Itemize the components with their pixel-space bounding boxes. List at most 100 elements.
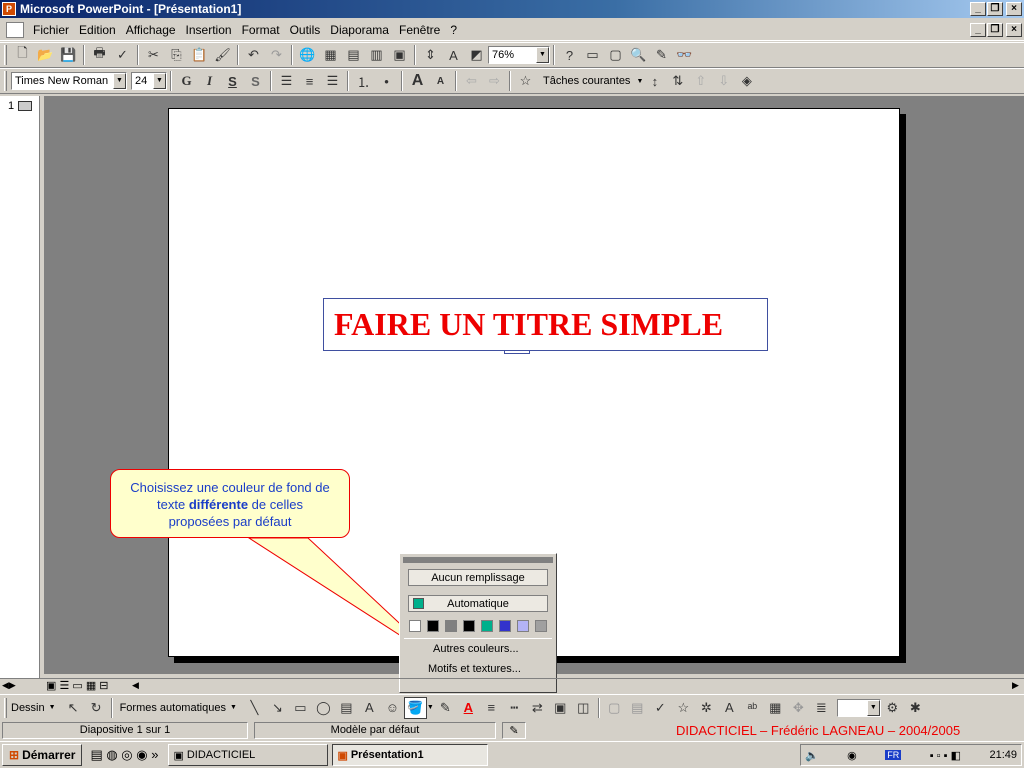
spell-icon[interactable]: ✓ — [649, 697, 672, 719]
view-icon[interactable]: ▢ — [604, 44, 627, 66]
chevron-down-icon[interactable]: ▼ — [427, 704, 434, 711]
fill-color-button[interactable]: 🪣 — [403, 696, 427, 719]
decrease-font-icon[interactable]: A — [429, 70, 452, 92]
expand-all-icon[interactable]: ⇕ — [419, 44, 442, 66]
fill-color-icon[interactable]: ◈ — [735, 70, 758, 92]
underline-button[interactable]: S — [221, 70, 244, 92]
3d-icon[interactable]: ◫ — [572, 697, 595, 719]
new-icon[interactable]: 🗋 — [11, 44, 34, 66]
new-slide-icon[interactable]: ▣ — [388, 44, 411, 66]
menu-format[interactable]: Format — [237, 23, 285, 37]
tables-borders-icon[interactable]: ▦ — [319, 44, 342, 66]
animation-icon[interactable]: ☆ — [514, 70, 537, 92]
size-select[interactable]: 24 ▼ — [131, 72, 167, 90]
empty-select[interactable]: ▼ — [836, 698, 881, 717]
more-colors-item[interactable]: Autres couleurs... — [400, 643, 556, 655]
clip-art-icon[interactable]: ✎ — [650, 44, 673, 66]
font-select[interactable]: Times New Roman ▼ — [11, 72, 127, 90]
tray-icons[interactable]: ▪ ▫ ▪ ◧ — [930, 749, 961, 762]
task-presentation[interactable]: ▣ Présentation1 — [332, 744, 489, 766]
chevron-down-icon[interactable]: ▼ — [230, 704, 237, 711]
outline-pane[interactable]: 1 — [0, 96, 40, 678]
spelling-icon[interactable]: ✓ — [111, 44, 134, 66]
dash-style-icon[interactable]: ┅ — [503, 697, 526, 719]
bullets-icon[interactable]: • — [375, 70, 398, 92]
task-didacticiel[interactable]: ▣ DIDACTICIEL — [168, 744, 329, 766]
insert-text-icon[interactable]: ▤ — [626, 697, 649, 719]
undo-icon[interactable]: ↶ — [242, 44, 265, 66]
color-swatch[interactable] — [481, 620, 493, 632]
numbering-icon[interactable]: ⒈ — [352, 70, 375, 92]
abc-icon[interactable]: ᵃᵇ — [741, 697, 764, 719]
star-icon[interactable]: ☆ — [672, 697, 695, 719]
color-swatch[interactable] — [445, 620, 457, 632]
menu-help[interactable]: ? — [445, 23, 462, 37]
rotate-icon[interactable]: ↻ — [85, 697, 108, 719]
view-buttons[interactable]: ▣ ☰ ▭ ▦ ⊟ — [46, 679, 108, 692]
chevron-down-icon[interactable]: ▼ — [113, 73, 126, 89]
menu-insertion[interactable]: Insertion — [181, 23, 237, 37]
show-formatting-icon[interactable]: A — [442, 44, 465, 66]
line-style-icon[interactable]: ≡ — [480, 697, 503, 719]
menu-diaporama[interactable]: Diaporama — [325, 23, 394, 37]
color-swatch[interactable] — [499, 620, 511, 632]
slide-show-icon[interactable]: ▭ — [581, 44, 604, 66]
clipart-icon[interactable]: ☺ — [381, 697, 404, 719]
color-swatch[interactable] — [427, 620, 439, 632]
print-icon[interactable]: 🖶 — [88, 44, 111, 66]
autoshapes-menu[interactable]: Formes automatiques — [120, 702, 226, 714]
chevron-down-icon[interactable]: ▼ — [153, 73, 166, 89]
scroll-left-icon[interactable]: ◀▶ — [2, 680, 16, 691]
common-tasks-button[interactable]: Tâches courantes — [543, 75, 630, 87]
wordart-icon[interactable]: A — [358, 697, 381, 719]
redo-icon[interactable]: ↷ — [265, 44, 288, 66]
find-icon[interactable]: 👓 — [673, 44, 696, 66]
copy-icon[interactable]: ⎘ — [165, 44, 188, 66]
align-left-icon[interactable]: ☰ — [275, 70, 298, 92]
presentation-icon[interactable]: ▦ — [764, 697, 787, 719]
chevron-down-icon[interactable]: ▼ — [536, 47, 549, 63]
save-icon[interactable]: 💾 — [57, 44, 80, 66]
insert-chart-icon[interactable]: ▥ — [365, 44, 388, 66]
volume-icon[interactable]: 🔈 — [805, 749, 819, 762]
quick-launch-icons[interactable]: ▤ ◍ ◎ ◉ » — [90, 747, 158, 763]
preview-icon[interactable]: 🔍 — [627, 44, 650, 66]
arrow-icon[interactable]: ↘ — [266, 697, 289, 719]
insert-slide-icon[interactable]: ▢ — [603, 697, 626, 719]
effects-icon[interactable]: ✲ — [695, 697, 718, 719]
menu-fichier[interactable]: Fichier — [28, 23, 74, 37]
slide-thumbnail-icon[interactable] — [18, 101, 32, 111]
dictionary-icon[interactable]: ≣ — [810, 697, 833, 719]
cut-icon[interactable]: ✂ — [142, 44, 165, 66]
promote-icon[interactable]: ⇦ — [460, 70, 483, 92]
help-icon[interactable]: ? — [558, 44, 581, 66]
paste-icon[interactable]: 📋 — [188, 44, 211, 66]
ellipse-icon[interactable]: ◯ — [312, 697, 335, 719]
font-color-icon[interactable]: A — [457, 697, 480, 719]
zoom-select[interactable]: 76% ▼ — [488, 46, 550, 64]
open-icon[interactable]: 📂 — [34, 44, 57, 66]
language-indicator[interactable]: FR — [885, 750, 902, 760]
chevron-down-icon[interactable]: ▼ — [636, 78, 643, 85]
align-center-icon[interactable]: ≡ — [298, 70, 321, 92]
italic-button[interactable]: I — [198, 70, 221, 92]
macro-icon[interactable]: ✥ — [787, 697, 810, 719]
close-button[interactable]: × — [1006, 2, 1022, 16]
demote-icon[interactable]: ⇨ — [483, 70, 506, 92]
no-fill-button[interactable]: Aucun remplissage — [408, 569, 548, 586]
tools-icon[interactable]: ⚙ — [881, 697, 904, 719]
minimize-button[interactable]: _ — [970, 2, 986, 16]
chevron-down-icon[interactable]: ▼ — [866, 699, 880, 716]
move-down-icon[interactable]: ⇩ — [712, 70, 735, 92]
select-arrow-icon[interactable]: ↖ — [62, 697, 85, 719]
color-swatch[interactable] — [409, 620, 421, 632]
color-swatch[interactable] — [517, 620, 529, 632]
shadow-icon[interactable]: ▣ — [549, 697, 572, 719]
draw-menu[interactable]: Dessin — [11, 702, 45, 714]
align-right-icon[interactable]: ☰ — [321, 70, 344, 92]
doc-minimize-button[interactable]: _ — [970, 23, 986, 37]
start-button[interactable]: ⊞ Démarrer — [2, 744, 83, 766]
text-effects-icon[interactable]: A — [718, 697, 741, 719]
menu-outils[interactable]: Outils — [285, 23, 326, 37]
bold-button[interactable]: G — [175, 70, 198, 92]
